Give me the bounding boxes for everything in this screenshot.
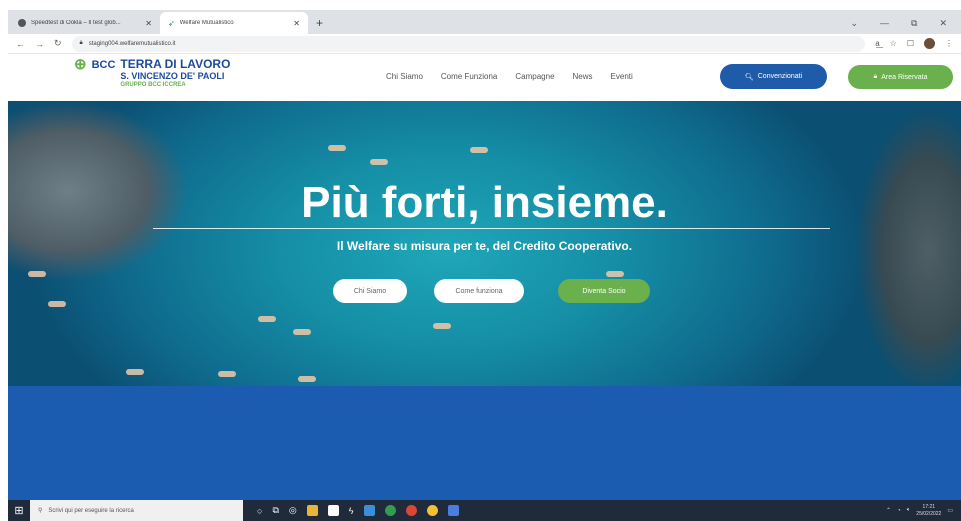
area-riservata-button[interactable]: 🔒︎ Area Riservata xyxy=(848,65,953,89)
hero-swimmer xyxy=(470,147,488,153)
convenzionati-button[interactable]: 🔍︎ Convenzionati xyxy=(720,64,827,89)
browser-tab-speedtest[interactable]: Speedtest di Ookla – Il test glob... ✕ xyxy=(10,12,160,34)
cortana-icon[interactable]: ○ xyxy=(257,506,262,516)
clock-time: 17:21 xyxy=(922,503,936,510)
edge-icon[interactable]: ◎ xyxy=(289,505,297,516)
search-icon: ⚲ xyxy=(38,508,43,514)
taskbar-apps: ○ ⧉ ◎ ϟ xyxy=(243,505,459,516)
nav-news[interactable]: News xyxy=(573,72,593,81)
close-window-icon[interactable]: ✕ xyxy=(939,18,947,29)
hero-subtitle: Il Welfare su misura per te, del Credito… xyxy=(336,239,633,253)
site-header: ⊕ BCC TERRA DI LAVORO S. VINCENZO DE' PA… xyxy=(8,55,961,101)
nav-campagne[interactable]: Campagne xyxy=(515,72,554,81)
search-icon: 🔍︎ xyxy=(744,73,754,81)
taskbar-search-placeholder: Scrivi qui per eseguire la ricerca xyxy=(48,507,134,514)
forward-icon[interactable]: → xyxy=(35,39,44,49)
welfare-favicon-icon: ➶ xyxy=(168,18,175,28)
lightning-app-icon[interactable]: ϟ xyxy=(349,506,354,516)
hero-title: Più forti, insieme. xyxy=(301,178,668,227)
logo-line-2: S. VINCENZO DE' PAOLI xyxy=(120,71,225,81)
hero-chi-siamo-button[interactable]: Chi Siamo xyxy=(333,279,407,303)
bcc-logo-mark-icon: ⊕ xyxy=(74,56,87,73)
hero-swimmer xyxy=(293,329,311,335)
tray-chevron-icon[interactable]: ⌃ xyxy=(886,507,891,514)
lock-icon: 🔒︎ xyxy=(873,73,878,80)
browser-toolbar: ← → ↻ 🔒︎ staging004.welfaremutualistico.… xyxy=(8,34,961,54)
reload-icon[interactable]: ↻ xyxy=(54,38,62,49)
menu-kebab-icon[interactable]: ⋮ xyxy=(945,39,953,48)
hero-swimmer xyxy=(370,159,388,165)
nav-come-funziona[interactable]: Come Funziona xyxy=(441,72,497,81)
speedtest-favicon-icon xyxy=(18,19,26,27)
tab-title: Welfare Mutualistico xyxy=(179,20,234,26)
hero-divider xyxy=(153,228,830,229)
screen: Speedtest di Ookla – Il test glob... ✕ ➶… xyxy=(0,0,961,521)
app-window-icon[interactable] xyxy=(363,505,375,516)
new-tab-button[interactable]: + xyxy=(308,12,331,34)
minimize-icon[interactable]: — xyxy=(880,18,889,28)
logo-bcc: BCC xyxy=(91,59,116,71)
toolbar-right: a͟ ☆ ☐ ⋮ xyxy=(875,38,953,49)
nav-eventi[interactable]: Eventi xyxy=(611,72,633,81)
hero-swimmer xyxy=(258,316,276,322)
system-tray: ⌃ ◔ 🔈︎ 17:21 25/02/2022 ▭ xyxy=(886,504,961,518)
tab-search-icon[interactable]: ⌄ xyxy=(850,18,858,29)
main-nav: Chi Siamo Come Funziona Campagne News Ev… xyxy=(386,72,633,81)
logo-line-1: TERRA DI LAVORO xyxy=(120,57,231,71)
area-riservata-label: Area Riservata xyxy=(881,73,928,81)
translate-icon[interactable]: a͟ xyxy=(875,39,879,48)
lock-icon: 🔒︎ xyxy=(79,40,83,46)
nav-chi-siamo[interactable]: Chi Siamo xyxy=(386,72,423,81)
zoom-icon[interactable] xyxy=(447,505,459,516)
notifications-icon[interactable]: ▭ xyxy=(947,507,953,514)
hero-swimmer xyxy=(218,371,236,377)
hero-swimmer xyxy=(328,145,346,151)
window-controls: ⌄ — ⧉ ✕ xyxy=(850,12,961,34)
hero-swimmer xyxy=(48,301,66,307)
file-explorer-icon[interactable] xyxy=(306,505,318,516)
clock-date: 25/02/2022 xyxy=(916,510,942,517)
windows-taskbar: ⊞ ⚲ Scrivi qui per eseguire la ricerca ○… xyxy=(8,500,961,521)
back-icon[interactable]: ← xyxy=(16,39,25,49)
maximize-icon[interactable]: ⧉ xyxy=(911,18,917,29)
hero-banner: Più forti, insieme. Il Welfare su misura… xyxy=(8,101,961,386)
task-view-icon[interactable]: ⧉ xyxy=(272,505,278,516)
clock[interactable]: 17:21 25/02/2022 xyxy=(916,504,941,518)
network-icon[interactable]: ◔ xyxy=(897,508,901,514)
logo-text: TERRA DI LAVORO S. VINCENZO DE' PAOLI GR… xyxy=(120,58,230,90)
bookmark-star-icon[interactable]: ☆ xyxy=(890,39,897,48)
hero-swimmer xyxy=(28,271,46,277)
close-tab-icon[interactable]: ✕ xyxy=(145,19,152,28)
hero-diventa-socio-button[interactable]: Diventa Socio xyxy=(558,279,650,303)
browser-tab-welfare[interactable]: ➶ Welfare Mutualistico ✕ xyxy=(160,12,308,34)
hero-swimmer xyxy=(126,369,144,375)
address-bar[interactable]: 🔒︎ staging004.welfaremutualistico.it xyxy=(71,35,866,52)
bcc-logo[interactable]: ⊕ BCC TERRA DI LAVORO S. VINCENZO DE' PA… xyxy=(74,56,230,90)
close-tab-icon[interactable]: ✕ xyxy=(293,19,300,28)
taskbar-search[interactable]: ⚲ Scrivi qui per eseguire la ricerca xyxy=(30,500,243,521)
chrome-alt-icon[interactable] xyxy=(405,505,417,516)
hero-swimmer xyxy=(298,376,316,382)
profile-avatar[interactable] xyxy=(924,38,935,49)
chrome-profile-icon[interactable] xyxy=(426,505,438,516)
chrome-icon[interactable] xyxy=(384,505,396,516)
tab-title: Speedtest di Ookla – Il test glob... xyxy=(31,20,121,26)
url-text: staging004.welfaremutualistico.it xyxy=(88,40,176,47)
convenzionati-label: Convenzionati xyxy=(757,73,803,80)
browser-tabstrip: Speedtest di Ookla – Il test glob... ✕ ➶… xyxy=(8,10,961,34)
notes-app-icon[interactable] xyxy=(327,505,339,516)
logo-line-3: GRUPPO BCC ICCREA xyxy=(120,82,186,88)
content-section xyxy=(8,386,961,500)
windows-start-icon[interactable]: ⊞ xyxy=(8,500,30,521)
tab-search-icon[interactable]: ☐ xyxy=(907,39,914,48)
volume-icon[interactable]: 🔈︎ xyxy=(907,507,911,514)
hero-swimmer xyxy=(433,323,451,329)
hero-come-funziona-button[interactable]: Come funziona xyxy=(434,279,524,303)
hero-swimmer xyxy=(606,271,624,277)
